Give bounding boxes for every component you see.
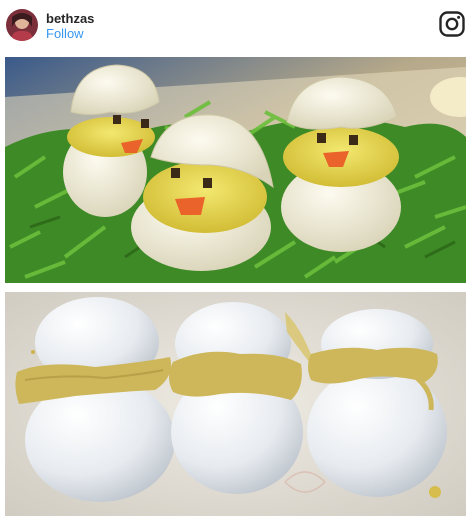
chick-deviled-eggs-photo[interactable] [5,57,466,283]
result-eggs-illustration [5,292,466,516]
deviled-eggs-result-photo[interactable] [5,292,466,516]
instagram-post: bethzas Follow [0,0,468,524]
post-header: bethzas Follow [0,0,468,56]
instagram-icon[interactable] [438,10,466,38]
avatar-image [6,9,38,41]
follow-link[interactable]: Follow [46,26,84,41]
profile-avatar[interactable] [6,9,38,41]
chick-eggs-illustration [5,57,466,283]
username[interactable]: bethzas [46,11,94,26]
